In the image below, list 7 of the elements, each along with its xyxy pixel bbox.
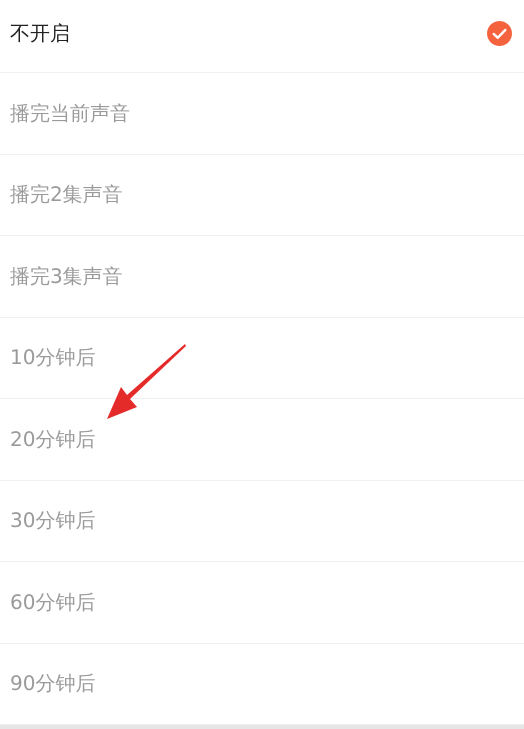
option-row[interactable]: 播完当前声音 — [0, 73, 524, 154]
option-row[interactable]: 不开启 — [0, 0, 524, 73]
option-row[interactable]: 60分钟后 — [0, 562, 524, 644]
option-row[interactable]: 播完2集声音 — [0, 154, 524, 236]
option-row[interactable]: 30分钟后 — [0, 480, 524, 562]
check-icon — [487, 20, 512, 46]
option-row[interactable]: 播完3集声音 — [0, 236, 524, 318]
